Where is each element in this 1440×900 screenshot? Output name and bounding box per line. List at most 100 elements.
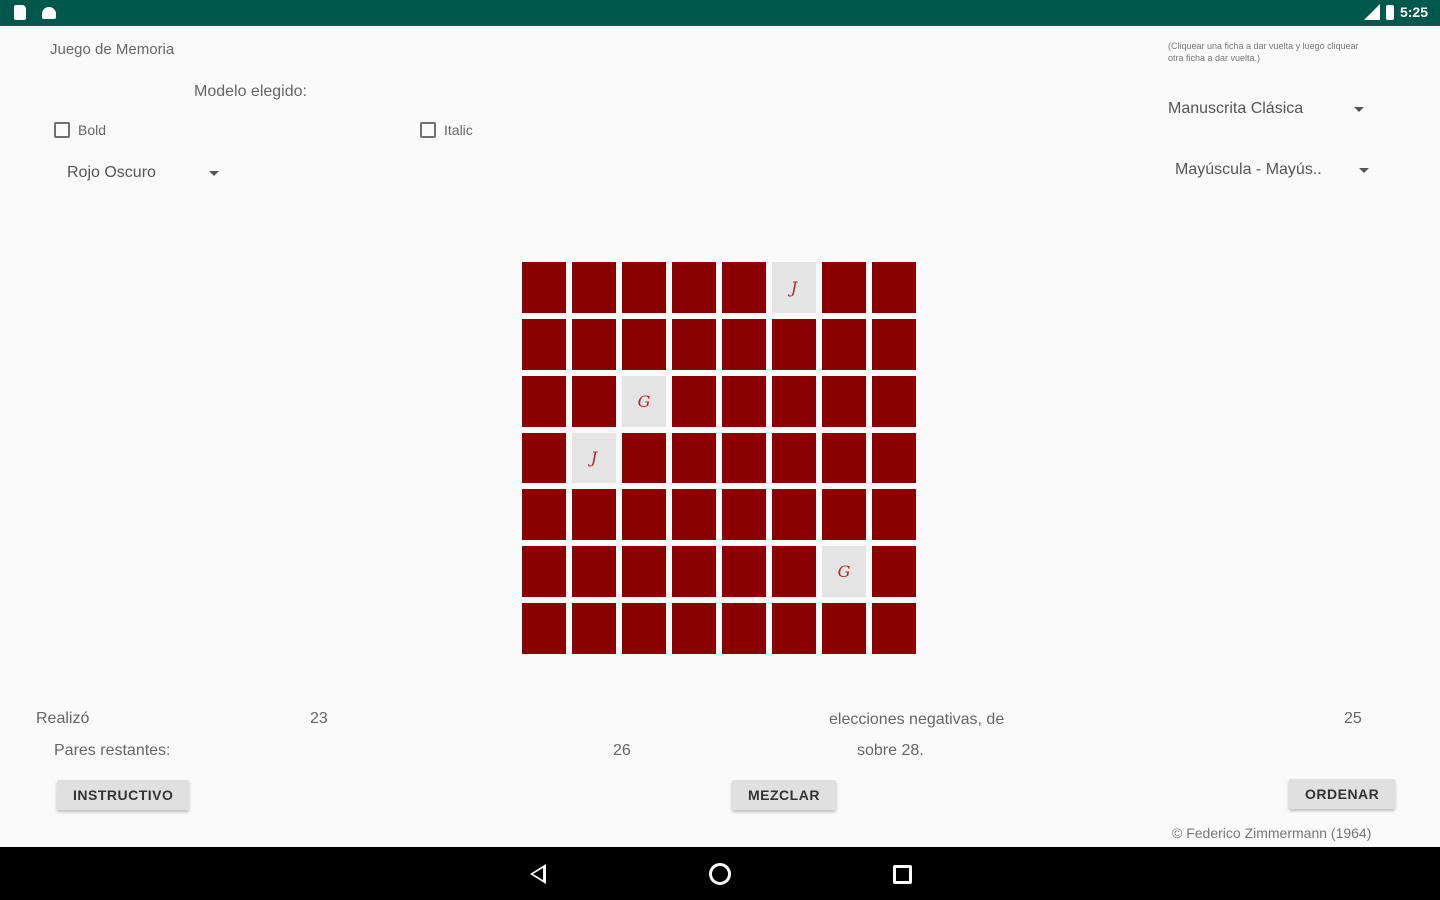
memory-tile[interactable]	[622, 603, 666, 654]
memory-tile[interactable]	[872, 318, 916, 370]
memory-tile[interactable]	[522, 489, 566, 541]
memory-tile[interactable]	[572, 603, 616, 654]
back-icon[interactable]	[530, 864, 546, 884]
case-select-value: Mayúscula - Mayús..	[1175, 161, 1322, 178]
memory-tile[interactable]	[672, 546, 716, 598]
memory-tile[interactable]	[722, 546, 766, 598]
memory-tile[interactable]	[822, 318, 866, 370]
memory-tile[interactable]	[722, 603, 766, 654]
memory-tile[interactable]	[672, 489, 716, 541]
memory-tile[interactable]	[772, 432, 816, 484]
made-label: Realizó	[36, 710, 90, 727]
model-label: Modelo elegido:	[194, 83, 307, 100]
font-select[interactable]: Manuscrita Clásica	[1168, 100, 1364, 118]
memory-tile[interactable]	[772, 603, 816, 654]
battery-icon	[1385, 4, 1394, 20]
memory-tile[interactable]	[572, 375, 616, 427]
sort-button[interactable]: ORDENAR	[1289, 779, 1396, 809]
memory-tile[interactable]	[822, 262, 866, 313]
memory-tile[interactable]	[672, 318, 716, 370]
italic-checkbox[interactable]	[420, 122, 436, 138]
memory-tile[interactable]	[572, 489, 616, 541]
memory-tile[interactable]	[522, 432, 566, 484]
memory-tile[interactable]	[872, 603, 916, 654]
memory-tile[interactable]	[872, 262, 916, 313]
chevron-down-icon	[1359, 167, 1369, 173]
memory-tile[interactable]	[522, 262, 566, 313]
memory-tile[interactable]	[722, 318, 766, 370]
color-select-value: Rojo Oscuro	[67, 164, 156, 181]
memory-tile[interactable]	[772, 375, 816, 427]
memory-tile[interactable]: J	[772, 262, 816, 313]
bold-label: Bold	[78, 122, 107, 138]
app-title: Juego de Memoria	[50, 41, 175, 58]
memory-tile[interactable]	[722, 432, 766, 484]
memory-tile[interactable]	[622, 546, 666, 598]
memory-tile[interactable]	[522, 375, 566, 427]
memory-tile[interactable]: G	[822, 546, 866, 598]
memory-tile[interactable]	[522, 603, 566, 654]
memory-tile[interactable]	[622, 262, 666, 313]
chevron-down-icon	[1354, 106, 1364, 112]
memory-tile[interactable]	[722, 262, 766, 313]
memory-tile[interactable]	[622, 432, 666, 484]
memory-tile[interactable]	[672, 262, 716, 313]
memory-tile[interactable]	[822, 603, 866, 654]
memory-tile[interactable]	[772, 489, 816, 541]
italic-label: Italic	[444, 122, 473, 138]
sd-card-icon	[14, 5, 26, 20]
color-select[interactable]: Rojo Oscuro	[67, 164, 219, 182]
tile-letter: J	[590, 448, 598, 468]
memory-tile[interactable]	[822, 432, 866, 484]
status-bar: 5:25	[0, 0, 1440, 26]
memory-tile[interactable]	[722, 489, 766, 541]
status-right: 5:25	[1363, 4, 1428, 20]
memory-tile[interactable]	[872, 489, 916, 541]
memory-tile[interactable]	[772, 318, 816, 370]
memory-tile[interactable]	[572, 546, 616, 598]
copyright: © Federico Zimmermann (1964)	[1172, 825, 1372, 841]
negative-label: elecciones negativas, de	[829, 711, 1005, 728]
memory-tile[interactable]	[822, 489, 866, 541]
navigation-bar	[0, 847, 1440, 900]
home-icon[interactable]	[709, 863, 731, 885]
memory-tile[interactable]	[872, 432, 916, 484]
memory-tile[interactable]	[872, 375, 916, 427]
chevron-down-icon	[209, 170, 219, 176]
status-left	[14, 5, 56, 20]
memory-tile[interactable]	[522, 318, 566, 370]
negative-value: 25	[1344, 710, 1362, 727]
memory-tile[interactable]	[822, 375, 866, 427]
signal-icon	[1363, 4, 1380, 20]
memory-tile[interactable]	[722, 375, 766, 427]
italic-checkbox-row[interactable]: Italic	[420, 122, 473, 138]
tile-letter: G	[637, 391, 651, 411]
remaining-label: Pares restantes:	[54, 742, 171, 759]
memory-tile[interactable]	[622, 318, 666, 370]
tile-letter: G	[837, 562, 851, 582]
shuffle-button[interactable]: MEZCLAR	[732, 780, 836, 810]
memory-tile[interactable]	[572, 262, 616, 313]
memory-tile[interactable]: G	[622, 375, 666, 427]
memory-tile[interactable]	[572, 318, 616, 370]
memory-tile[interactable]	[672, 432, 716, 484]
made-value: 23	[310, 710, 328, 727]
instructions-button[interactable]: INSTRUCTIVO	[57, 780, 190, 810]
android-icon	[42, 7, 56, 19]
case-select[interactable]: Mayúscula - Mayús..	[1175, 161, 1369, 179]
instructions-hint: (Cliquear una ficha a dar vuelta y luego…	[1168, 41, 1359, 63]
memory-tile[interactable]	[672, 603, 716, 654]
memory-tile[interactable]	[772, 546, 816, 598]
bold-checkbox[interactable]	[54, 122, 70, 138]
app-screen: 5:25 Juego de Memoria (Cliquear una fich…	[0, 0, 1440, 900]
font-select-value: Manuscrita Clásica	[1168, 100, 1304, 117]
memory-tile[interactable]: J	[572, 432, 616, 484]
total-label: sobre 28.	[857, 742, 924, 759]
memory-tile[interactable]	[672, 375, 716, 427]
memory-tile[interactable]	[522, 546, 566, 598]
bold-checkbox-row[interactable]: Bold	[54, 122, 106, 138]
memory-tile[interactable]	[622, 489, 666, 541]
tile-letter: J	[790, 277, 798, 297]
recents-icon[interactable]	[893, 865, 912, 884]
memory-tile[interactable]	[872, 546, 916, 598]
